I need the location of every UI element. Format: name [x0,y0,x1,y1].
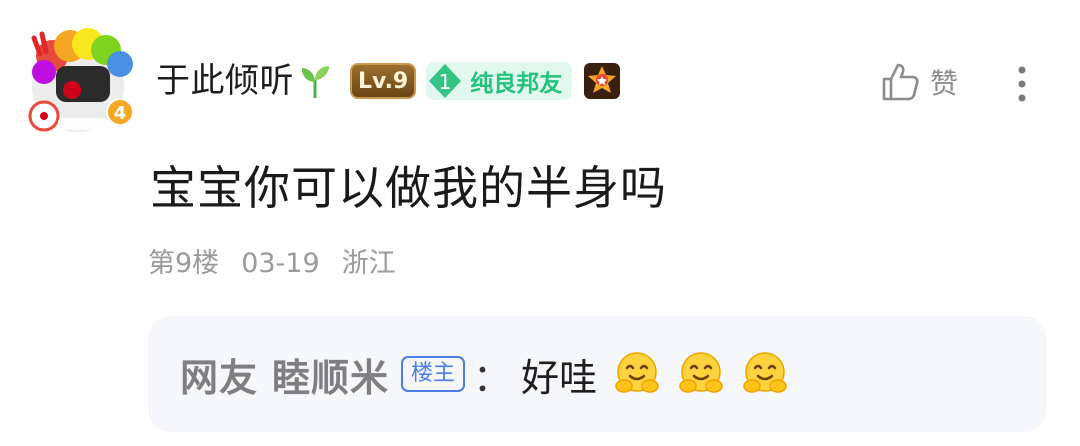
user-avatar[interactable]: 4 [22,26,134,134]
floor-number: 第9楼 [148,248,220,279]
like-button[interactable]: 赞 [878,60,958,104]
more-options-icon[interactable] [1008,62,1036,106]
post-meta: 第9楼 03-19 浙江 [148,244,396,284]
clown-avatar-image: 4 [28,28,134,132]
fan-badge[interactable]: 1 纯良邦友 [426,62,573,100]
post-header: 于此倾听 Lv.9 1 纯良邦友 [156,58,622,104]
fan-title: 纯良邦友 [470,71,563,97]
reply-preview[interactable]: 网友 睦顺米 楼主 ： 好哇 [148,316,1046,432]
medal-icon[interactable] [582,61,622,101]
hug-emoji-icon [679,352,723,393]
fan-level-number: 1 [439,70,452,94]
post-location: 浙江 [341,248,396,279]
post-content: 宝宝你可以做我的半身吗 [150,161,667,215]
reply-prefix: 网友 [180,355,259,400]
avatar-badge-number: 4 [114,103,127,124]
sprout-icon [301,66,329,98]
op-tag: 楼主 [401,356,466,392]
reply-text: 好哇 [521,355,598,400]
hug-emoji-icon [743,352,787,393]
hug-emoji-icon [615,352,659,393]
like-label: 赞 [930,67,959,100]
level-badge: Lv.9 [350,63,417,99]
reply-colon: ： [473,355,512,400]
reply-author[interactable]: 睦顺米 [272,347,389,402]
username[interactable]: 于此倾听 [156,58,294,104]
post-date: 03-19 [241,248,320,279]
thumbs-up-icon [882,63,919,101]
fan-gem-icon: 1 [429,64,462,98]
